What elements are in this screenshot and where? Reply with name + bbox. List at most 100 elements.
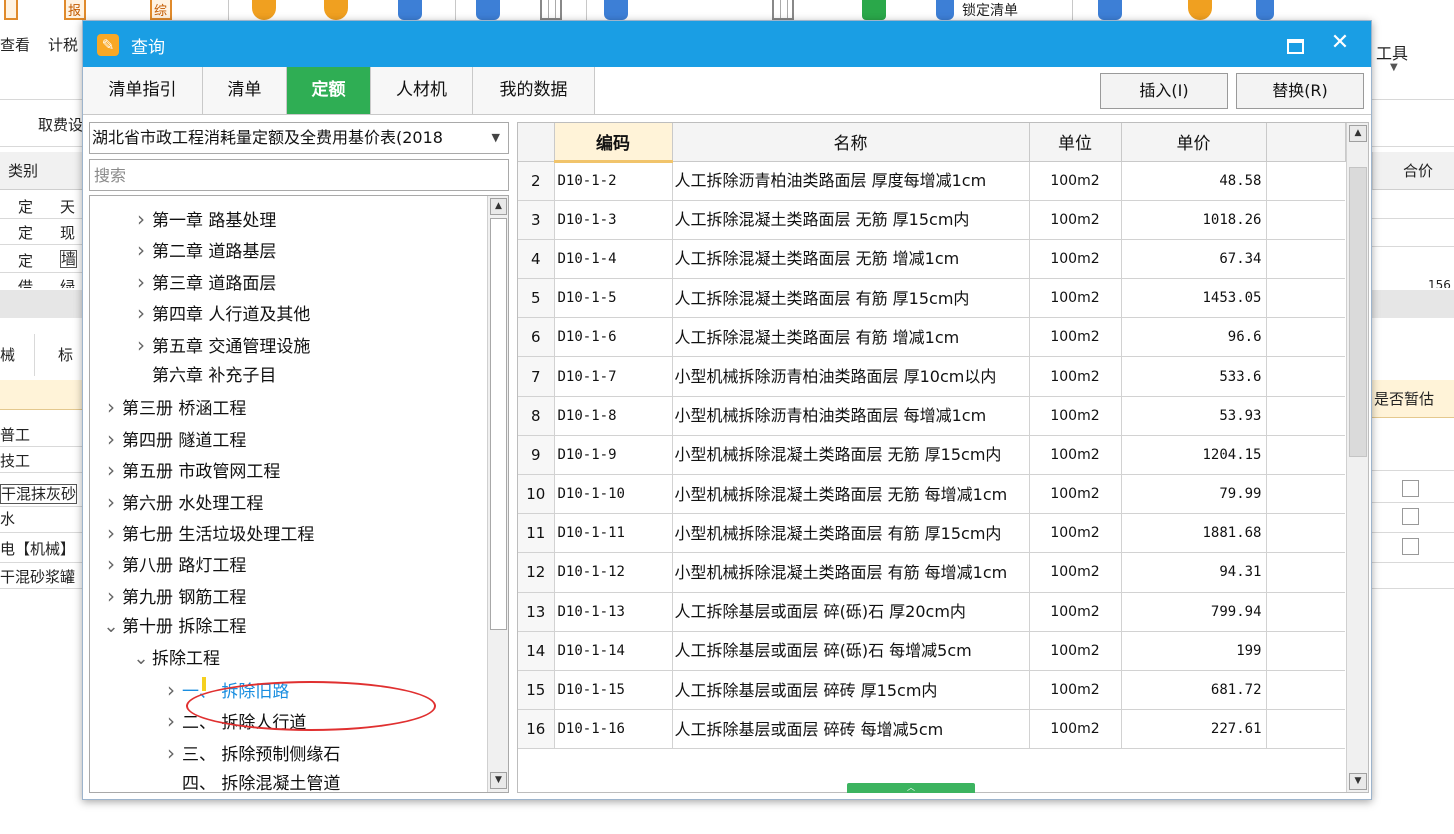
green-table-icon[interactable] (772, 0, 794, 20)
chevron-right-icon[interactable]: › (100, 455, 122, 485)
table-row[interactable]: 12 D10-1-12 小型机械拆除混凝土类路面层 有筋 每增减1cm 100m2 94… (518, 552, 1345, 593)
chevron-right-icon[interactable]: › (160, 706, 182, 736)
chevron-right-icon[interactable]: › (100, 424, 122, 454)
help-icon[interactable] (1256, 0, 1274, 20)
table-row[interactable]: 10 D10-1-10 小型机械拆除混凝土类路面层 无筋 每增减1cm 100m2 79… (518, 474, 1345, 515)
tools-dropdown-icon[interactable]: ▼ (1390, 62, 1398, 73)
chevron-right-icon[interactable]: › (130, 298, 152, 328)
replace-button[interactable]: 替换(R) (1236, 73, 1364, 109)
tab-quota[interactable]: 定额 (287, 67, 371, 114)
lower-tab[interactable]: 标 (58, 344, 73, 365)
chevron-right-icon[interactable]: › (130, 235, 152, 265)
chapter-tree[interactable]: ▲ ▼ › 第一章 路基处理 › 第二章 道路基层 › 第三章 道路面层 › 第四章 人行道及… (89, 195, 509, 793)
chevron-down-icon[interactable]: ⌄ (100, 612, 122, 642)
summary-icon[interactable]: 综 (150, 0, 172, 20)
table-row[interactable]: 14 D10-1-14 人工拆除基层或面层 碎(砾)石 每增减5cm 100m2 199 (518, 631, 1345, 671)
view-label[interactable]: 查看 (0, 34, 30, 55)
tab-bill-guide[interactable]: 清单指引 (83, 67, 203, 114)
scroll-thumb[interactable] (1349, 167, 1367, 457)
tree-node[interactable]: › 第八册 路灯工程 (100, 549, 246, 579)
insert-icon[interactable] (604, 0, 628, 20)
table-row[interactable]: 7 D10-1-7 小型机械拆除沥青柏油类路面层 厚10cm以内 100m2 533.6 (518, 356, 1345, 397)
tree-scrollbar[interactable]: ▲ ▼ (487, 196, 508, 792)
chevron-right-icon[interactable]: › (160, 738, 182, 768)
chevron-right-icon[interactable]: › (130, 330, 152, 360)
dialog-titlebar[interactable]: ✎ 查询 ✕ (83, 21, 1371, 67)
tree-node[interactable]: › 第四册 隧道工程 (100, 424, 246, 454)
tree-node[interactable]: › 一、 拆除旧路 (160, 675, 289, 705)
table-row[interactable]: 13 D10-1-13 人工拆除基层或面层 碎(砾)石 厚20cm内 100m2 799… (518, 592, 1345, 632)
code-header[interactable]: 编码 (554, 123, 673, 163)
chevron-right-icon[interactable]: › (100, 518, 122, 548)
scroll-down-icon[interactable]: ▼ (490, 772, 507, 789)
table-row[interactable]: 3 D10-1-3 人工拆除混凝土类路面层 无筋 厚15cm内 100m2 1018.2… (518, 200, 1345, 240)
insert-button[interactable]: 插入(I) (1100, 73, 1228, 109)
lock-list-icon[interactable] (936, 0, 954, 20)
fee-setting-tab[interactable]: 取费设 (38, 114, 83, 135)
chevron-right-icon[interactable]: › (100, 581, 122, 611)
table-row[interactable]: 9 D10-1-9 小型机械拆除混凝土类路面层 无筋 厚15cm内 100m2 1204… (518, 435, 1345, 476)
price-header[interactable]: 单价 (1121, 123, 1267, 162)
query-icon[interactable] (4, 0, 18, 20)
people-icon[interactable] (324, 0, 348, 20)
table-row[interactable]: 4 D10-1-4 人工拆除混凝土类路面层 无筋 增减1cm 100m2 67.34 (518, 239, 1345, 280)
chevron-right-icon[interactable]: › (100, 487, 122, 517)
provisional-checkbox[interactable] (1402, 480, 1419, 497)
tree-node[interactable]: › 第二章 道路基层 (130, 235, 276, 265)
tab-my-data[interactable]: 我的数据 (473, 67, 595, 114)
maximize-icon[interactable] (1279, 29, 1309, 59)
tree-node[interactable]: › 第五册 市政管网工程 (100, 455, 280, 485)
table-row[interactable]: 11 D10-1-11 小型机械拆除混凝土类路面层 有筋 厚15cm内 100m2 18… (518, 513, 1345, 554)
table-row[interactable]: 15 D10-1-15 人工拆除基层或面层 碎砖 厚15cm内 100m2 681.72 (518, 670, 1345, 711)
tools-label[interactable]: 工具 (1376, 40, 1408, 64)
scroll-thumb[interactable] (490, 218, 507, 630)
tab-labor-material[interactable]: 人材机 (371, 67, 473, 114)
chevron-right-icon[interactable]: › (100, 392, 122, 422)
table-icon[interactable] (540, 0, 562, 20)
search-tool-icon[interactable] (398, 0, 422, 20)
tree-node[interactable]: › 第三册 桥涵工程 (100, 392, 246, 422)
report-icon[interactable]: 报 (64, 0, 86, 20)
tree-node[interactable]: › 二、 拆除人行道 (160, 706, 306, 736)
table-row[interactable]: 8 D10-1-8 小型机械拆除沥青柏油类路面层 每增减1cm 100m2 53.93 (518, 396, 1345, 436)
tree-node[interactable]: › 第九册 钢筋工程 (100, 581, 246, 611)
add-icon[interactable] (1188, 0, 1212, 20)
tax-label[interactable]: 计税 (48, 34, 78, 55)
tree-node[interactable]: › 第六册 水处理工程 (100, 487, 263, 517)
scroll-up-icon[interactable]: ▲ (1349, 125, 1367, 142)
green-arrow-icon[interactable] (862, 0, 886, 20)
quota-library-select[interactable]: 湖北省市政工程消耗量定额及全费用基价表(2018 ▼ (89, 122, 509, 154)
tree-node[interactable]: › 第七册 生活垃圾处理工程 (100, 518, 314, 548)
lower-tab[interactable]: 械 (0, 344, 15, 365)
tree-node[interactable]: › 第五章 交通管理设施 (130, 330, 310, 360)
table-row[interactable]: 16 D10-1-16 人工拆除基层或面层 碎砖 每增减5cm 100m2 227.61 (518, 709, 1345, 750)
table-row[interactable]: 5 D10-1-5 人工拆除混凝土类路面层 有筋 厚15cm内 100m2 1453.0… (518, 278, 1345, 319)
table-row[interactable]: 2 D10-1-2 人工拆除沥青柏油类路面层 厚度每增减1cm 100m2 48.58 (518, 161, 1345, 201)
tree-node[interactable]: › 第一章 路基处理 (130, 204, 276, 234)
tree-node[interactable]: ⌄ 第十册 拆除工程 (100, 612, 246, 642)
building-icon[interactable] (1098, 0, 1122, 20)
chevron-right-icon[interactable]: › (130, 267, 152, 297)
provisional-checkbox[interactable] (1402, 508, 1419, 525)
provisional-checkbox[interactable] (1402, 538, 1419, 555)
table-scrollbar[interactable]: ▲ ▼ (1346, 123, 1368, 792)
chevron-right-icon[interactable]: › (160, 675, 182, 705)
tool-icon[interactable] (252, 0, 276, 20)
lock-list-label[interactable]: 锁定清单 (962, 0, 1018, 20)
chevron-right-icon[interactable]: › (130, 204, 152, 234)
panel-splitter-grip[interactable]: ︿ (847, 783, 975, 793)
tree-node[interactable]: 四、 拆除混凝土管道 (160, 769, 340, 792)
chevron-down-icon[interactable]: ⌄ (130, 644, 152, 674)
tree-node[interactable]: › 三、 拆除预制侧缘石 (160, 738, 340, 768)
chevron-right-icon[interactable]: › (100, 549, 122, 579)
unit-header[interactable]: 单位 (1029, 123, 1122, 162)
tree-node[interactable]: › 第四章 人行道及其他 (130, 298, 310, 328)
search-input[interactable] (89, 159, 509, 191)
scroll-up-icon[interactable]: ▲ (490, 198, 507, 215)
tree-node[interactable]: 第六章 补充子目 (130, 361, 276, 391)
scroll-down-icon[interactable]: ▼ (1349, 773, 1367, 790)
tab-bill[interactable]: 清单 (203, 67, 287, 114)
name-header[interactable]: 名称 (672, 123, 1030, 162)
tree-node[interactable]: ⌄ 拆除工程 (130, 644, 220, 674)
tree-node[interactable]: › 第三章 道路面层 (130, 267, 276, 297)
